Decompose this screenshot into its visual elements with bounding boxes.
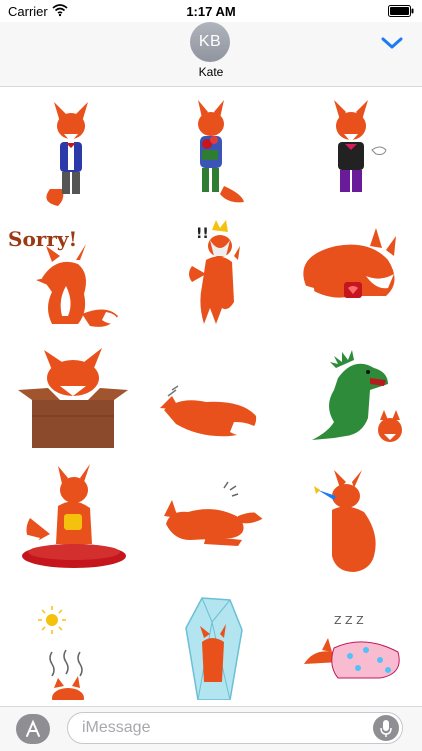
avatar[interactable]: KB	[190, 22, 230, 62]
sticker-fox-in-ice[interactable]	[146, 582, 276, 701]
sticker-caption: !!	[196, 226, 209, 242]
sticker-fox-with-dinosaur[interactable]	[284, 338, 414, 456]
status-time: 1:17 AM	[186, 4, 236, 19]
status-bar: Carrier 1:17 AM	[0, 0, 422, 22]
sticker-fox-in-tuxedo[interactable]	[284, 94, 414, 212]
sticker-fox-sleeping[interactable]	[146, 338, 276, 456]
sticker-fox-in-box[interactable]	[8, 338, 138, 456]
compose-bar	[0, 706, 422, 751]
message-input[interactable]	[82, 713, 362, 743]
sticker-fox-with-crown[interactable]: !!	[146, 216, 276, 334]
sticker-caption: Z Z Z	[334, 614, 364, 627]
sticker-caption: Sorry!	[8, 227, 77, 251]
sticker-fox-under-blanket[interactable]: Z Z Z	[284, 582, 414, 700]
sticker-fox-lying-down[interactable]	[146, 460, 276, 578]
sticker-fox-party-horn[interactable]	[284, 460, 414, 578]
battery-icon	[388, 5, 414, 17]
sticker-fox-crouching-heart[interactable]	[284, 216, 414, 334]
contact-name[interactable]: Kate	[0, 65, 422, 79]
chevron-down-icon[interactable]	[380, 35, 404, 51]
sticker-grid: Sorry! !! Z Z Z	[0, 88, 422, 706]
message-field[interactable]	[67, 712, 403, 744]
sticker-fox-hot-sun[interactable]	[8, 582, 138, 706]
sticker-fox-with-flowers[interactable]	[146, 94, 276, 212]
sticker-fox-sorry[interactable]: Sorry!	[6, 216, 136, 334]
app-store-icon[interactable]	[16, 714, 50, 744]
microphone-icon[interactable]	[373, 715, 399, 741]
sticker-fox-on-cushion[interactable]	[10, 460, 140, 578]
conversation-header: KB Kate	[0, 22, 422, 87]
sticker-fox-in-suit[interactable]	[10, 94, 140, 212]
